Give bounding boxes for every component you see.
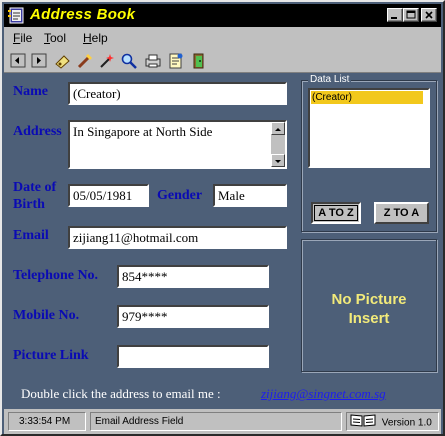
name-label: Name — [13, 84, 48, 99]
scroll-up-icon — [275, 128, 281, 131]
toolbar — [4, 49, 441, 73]
author-email-link[interactable]: zijiang@singnet.com.sg — [261, 386, 386, 402]
menu-file[interactable]: File — [13, 31, 32, 45]
status-bar: 3:33:54 PM Email Address Field Version 1… — [4, 409, 441, 434]
name-field[interactable]: (Creator) — [68, 82, 287, 105]
notes-icon[interactable] — [167, 52, 185, 70]
scroll-down-button[interactable] — [271, 154, 285, 167]
mobile-label: Mobile No. — [13, 308, 80, 323]
form-panel: Name (Creator) Address In Singapore at N… — [4, 74, 441, 409]
dob-label-line2: Birth — [13, 197, 45, 212]
email-label: Email — [13, 228, 49, 243]
dob-field[interactable]: 05/05/1981 — [68, 184, 149, 207]
data-list[interactable]: (Creator) — [308, 88, 430, 168]
status-field-name: Email Address Field — [90, 412, 342, 431]
menu-help[interactable]: Help — [83, 31, 108, 45]
status-version-panel: Version 1.0 — [346, 412, 439, 431]
mobile-field[interactable]: 979**** — [117, 305, 269, 328]
exit-icon[interactable] — [190, 52, 208, 70]
delete-icon[interactable] — [76, 52, 94, 70]
minimize-icon — [391, 17, 397, 19]
telephone-field[interactable]: 854**** — [117, 265, 269, 288]
app-window: Address Book File Tool Help Name (Creato… — [0, 0, 445, 436]
scroll-down-icon — [275, 160, 281, 163]
maximize-icon — [406, 10, 416, 19]
address-text: In Singapore at North Side — [73, 124, 213, 139]
picture-placeholder-line2: Insert — [348, 310, 390, 327]
address-scrollbar[interactable] — [271, 122, 285, 167]
status-time: 3:33:54 PM — [8, 412, 86, 431]
email-field[interactable]: zijiang11@hotmail.com — [68, 226, 287, 249]
menu-tool[interactable]: Tool — [44, 31, 66, 45]
telephone-label: Telephone No. — [13, 268, 99, 283]
dob-label-line1: Date of — [13, 180, 57, 195]
magic-icon[interactable] — [98, 52, 116, 70]
gender-label: Gender — [157, 188, 203, 203]
sort-z-to-a-button[interactable]: Z TO A — [374, 202, 429, 224]
address-label: Address — [13, 124, 62, 139]
sort-a-to-z-button[interactable]: A TO Z — [311, 202, 361, 224]
menu-bar: File Tool Help — [4, 27, 441, 49]
search-icon[interactable] — [120, 52, 138, 70]
minimize-button[interactable] — [387, 8, 403, 22]
data-list-title: Data List — [308, 74, 352, 86]
new-icon[interactable] — [10, 52, 28, 70]
print-icon[interactable] — [144, 52, 162, 70]
close-icon — [425, 11, 433, 19]
picture-link-field[interactable] — [117, 345, 269, 368]
email-hint: Double click the address to email me : — [21, 386, 221, 401]
title-bar[interactable]: Address Book — [4, 4, 441, 27]
scroll-up-button[interactable] — [271, 122, 285, 135]
book-icon — [350, 413, 376, 433]
status-version: Version 1.0 — [381, 417, 432, 429]
picture-link-label: Picture Link — [13, 348, 89, 363]
picture-placeholder-line1: No Picture — [331, 291, 407, 308]
open-icon[interactable] — [31, 52, 49, 70]
address-book-icon — [8, 7, 26, 24]
close-button[interactable] — [421, 8, 437, 22]
gender-field[interactable]: Male — [213, 184, 287, 207]
list-item[interactable]: (Creator) — [311, 91, 423, 104]
window-title: Address Book — [30, 6, 136, 23]
picture-box[interactable]: No Picture Insert — [301, 239, 437, 372]
save-icon[interactable] — [54, 52, 72, 70]
maximize-button[interactable] — [403, 8, 419, 22]
address-field[interactable]: In Singapore at North Side — [68, 120, 287, 169]
